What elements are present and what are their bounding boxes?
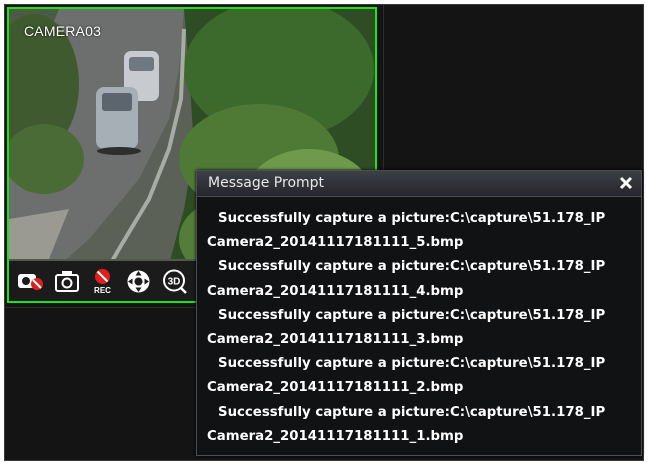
message-text: Successfully capture a picture:C:\captur…: [218, 404, 606, 420]
message-list: Successfully capture a picture:C:\captur…: [207, 207, 637, 449]
message-text: Successfully capture a picture:C:\captur…: [218, 259, 606, 275]
message-filename: Camera2_20141117181111_2.bmp: [207, 380, 464, 396]
message-text: Successfully capture a picture:C:\captur…: [218, 356, 606, 372]
snapshot-button[interactable]: [53, 268, 80, 295]
svg-text:3D: 3D: [168, 276, 181, 287]
message-filename: Camera2_20141117181111_1.bmp: [207, 428, 464, 444]
list-item: Successfully capture a picture:C:\captur…: [207, 255, 637, 303]
camera-icon: [54, 271, 79, 292]
ptz-icon: [127, 270, 150, 292]
rec-icon: REC: [94, 268, 111, 295]
message-text: Successfully capture a picture:C:\captur…: [218, 307, 606, 323]
message-filename: Camera2_20141117181111_5.bmp: [207, 235, 464, 251]
3d-icon: 3D: [163, 269, 187, 294]
list-item: Successfully capture a picture:C:\captur…: [207, 207, 637, 255]
camera-label: CAMERA03: [24, 23, 102, 39]
ptz-button[interactable]: [125, 268, 152, 295]
stop-preview-button[interactable]: [17, 268, 44, 295]
video-client-window: CAMERA03 REC 3D Message Prompt Successfu…: [0, 0, 648, 465]
3d-zoom-button[interactable]: 3D: [161, 268, 188, 295]
record-button[interactable]: REC: [89, 268, 116, 295]
dialog-titlebar[interactable]: Message Prompt: [197, 171, 641, 197]
list-item: Successfully capture a picture:C:\captur…: [207, 304, 637, 352]
list-item: Successfully capture a picture:C:\captur…: [207, 401, 637, 449]
list-item: Successfully capture a picture:C:\captur…: [207, 352, 637, 400]
svg-text:REC: REC: [94, 286, 111, 295]
close-icon[interactable]: [617, 174, 635, 192]
message-filename: Camera2_20141117181111_4.bmp: [207, 283, 464, 299]
dialog-title: Message Prompt: [208, 175, 325, 191]
camera-disabled-icon: [18, 274, 43, 290]
message-filename: Camera2_20141117181111_3.bmp: [207, 332, 464, 348]
message-prompt-dialog: Message Prompt Successfully capture a pi…: [196, 170, 642, 456]
message-text: Successfully capture a picture:C:\captur…: [218, 211, 606, 226]
